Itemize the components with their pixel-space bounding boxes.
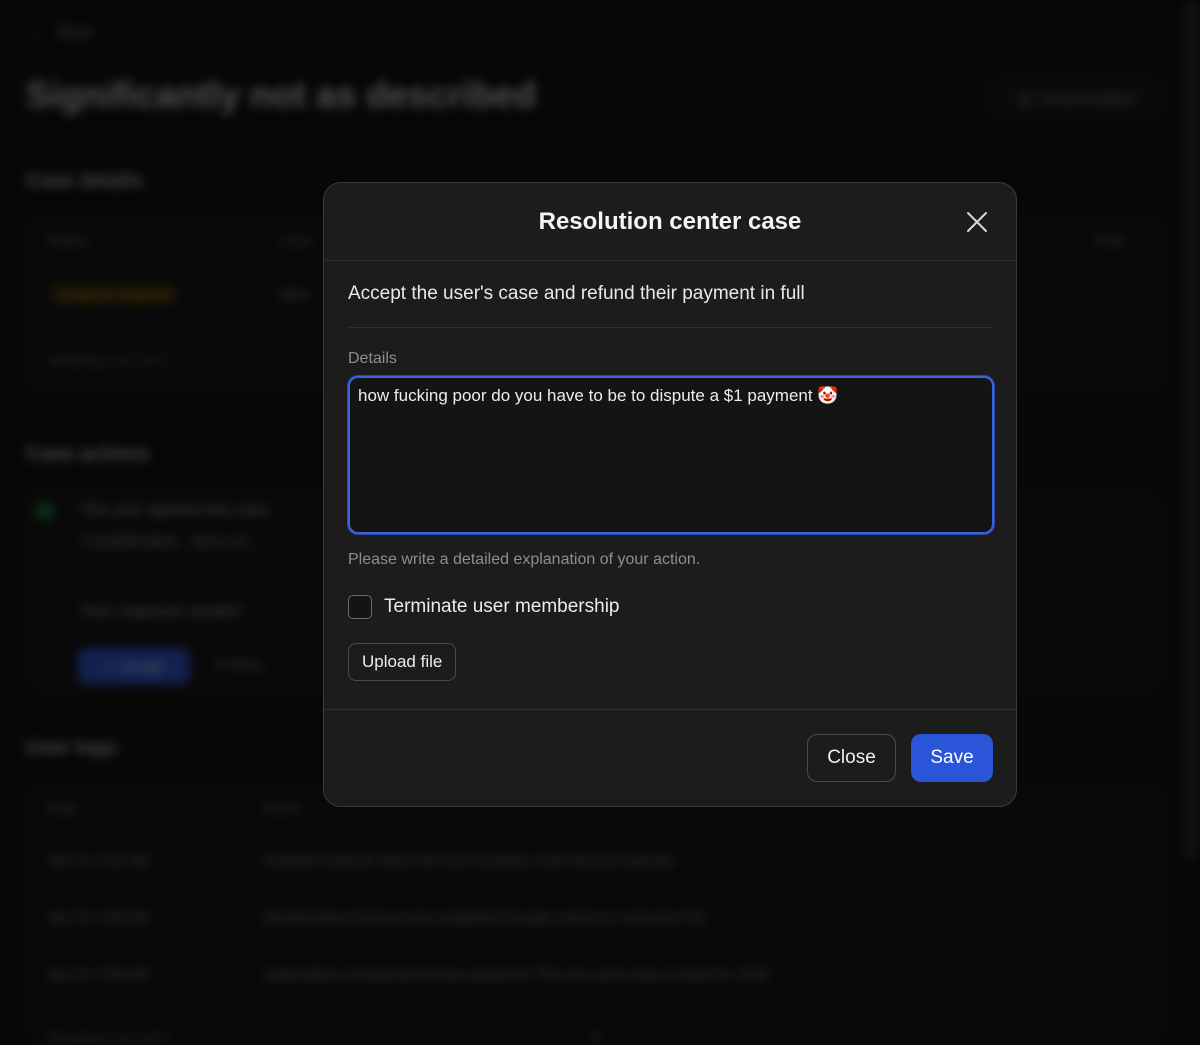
terminate-membership-checkbox[interactable] <box>348 595 372 619</box>
terminate-membership-label[interactable]: Terminate user membership <box>384 596 619 618</box>
details-textarea[interactable]: how fucking poor do you have to be to di… <box>348 376 994 534</box>
save-button[interactable]: Save <box>911 734 993 782</box>
close-icon[interactable] <box>964 209 990 235</box>
modal-footer: Close Save <box>324 709 1016 806</box>
modal-body: Accept the user's case and refund their … <box>324 261 1016 681</box>
close-button[interactable]: Close <box>807 734 896 782</box>
details-hint: Please write a detailed explanation of y… <box>348 551 701 568</box>
action-description: Accept the user's case and refund their … <box>348 261 992 328</box>
terminate-membership-row[interactable]: Terminate user membership <box>348 595 992 619</box>
modal-title: Resolution center case <box>538 207 802 235</box>
modal-header: Resolution center case <box>324 183 1016 261</box>
details-label: Details <box>348 350 397 367</box>
resolution-modal: Resolution center case Accept the user's… <box>323 182 1017 807</box>
upload-file-button[interactable]: Upload file <box>348 643 457 681</box>
